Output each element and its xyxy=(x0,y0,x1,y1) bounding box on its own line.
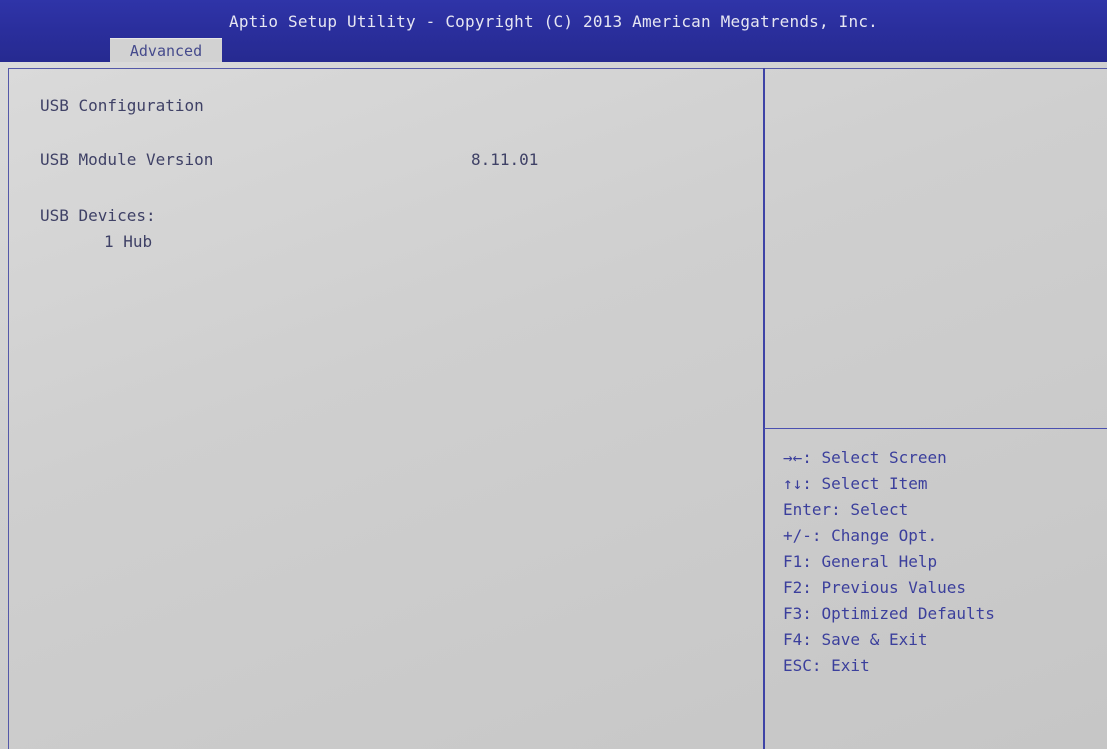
help-change-opt: +/-: Change Opt. xyxy=(783,526,938,545)
usb-module-version-value: 8.11.01 xyxy=(471,150,539,169)
usb-devices-value: 1 Hub xyxy=(104,232,153,251)
help-optimized-defaults: F3: Optimized Defaults xyxy=(783,604,995,623)
help-enter-select: Enter: Select xyxy=(783,500,909,519)
usb-module-version-label: USB Module Version xyxy=(40,150,214,169)
help-general-help: F1: General Help xyxy=(783,552,938,571)
frame-top-border xyxy=(8,68,1107,69)
header-bar: Aptio Setup Utility - Copyright (C) 2013… xyxy=(0,0,1107,63)
frame-left-border xyxy=(8,68,9,749)
help-esc-exit: ESC: Exit xyxy=(783,656,870,675)
help-panel-divider xyxy=(763,68,765,749)
usb-configuration-heading: USB Configuration xyxy=(40,96,204,115)
help-save-exit: F4: Save & Exit xyxy=(783,630,928,649)
help-separator xyxy=(764,428,1107,429)
help-select-screen: →←: Select Screen xyxy=(783,448,947,467)
app-title: Aptio Setup Utility - Copyright (C) 2013… xyxy=(229,12,878,31)
usb-devices-label: USB Devices: xyxy=(40,206,156,225)
tab-advanced[interactable]: Advanced xyxy=(110,38,222,63)
help-select-item: ↑↓: Select Item xyxy=(783,474,928,493)
help-previous-values: F2: Previous Values xyxy=(783,578,967,597)
